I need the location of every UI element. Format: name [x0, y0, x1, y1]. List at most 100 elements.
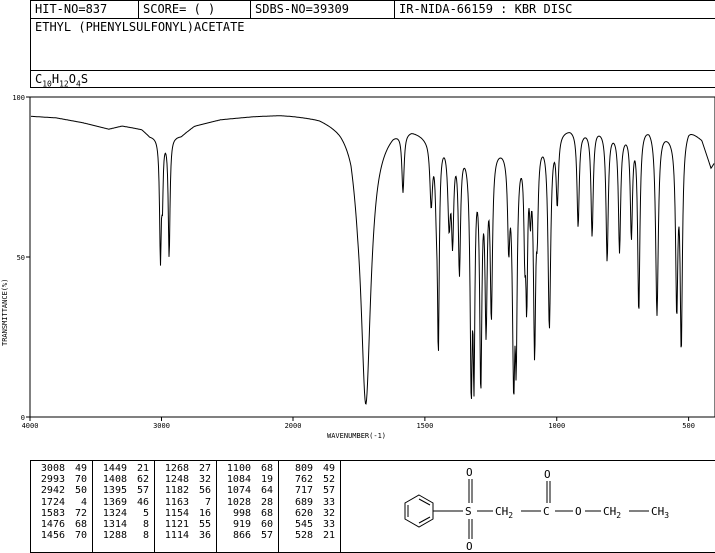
sdbs-number: SDBS-NO=39309	[251, 1, 395, 18]
peak-table-row: 998 68	[217, 508, 278, 519]
peak-transmittance: 60	[260, 519, 273, 531]
peak-table-row: 1163 7	[155, 497, 216, 508]
peak-wavenumber: 1369	[102, 496, 127, 508]
peak-wavenumber: 809	[294, 463, 313, 474]
peak-transmittance: 21	[136, 463, 149, 474]
peak-wavenumber: 1154	[164, 507, 189, 519]
peak-table-row: 866 57	[217, 530, 278, 541]
peak-transmittance: 32	[198, 474, 211, 486]
y-tick-label: 0	[21, 414, 25, 422]
peak-wavenumber: 620	[294, 507, 313, 519]
peak-table-row: 1314 8	[93, 519, 154, 530]
peak-wavenumber: 1449	[102, 463, 127, 474]
peak-wavenumber: 528	[294, 530, 313, 542]
peak-transmittance: 68	[260, 507, 273, 519]
peak-table-row: 2942 50	[31, 485, 92, 496]
peak-table-column: 1100 68 1084 19 1074 64 1028 28 998 68 919 60 866 57	[217, 461, 279, 552]
x-tick-label: 1000	[548, 422, 565, 430]
ir-number: IR-NIDA-66159 : KBR DISC	[399, 2, 573, 16]
peak-table-row: 1121 55	[155, 519, 216, 530]
peak-wavenumber: 1724	[40, 496, 65, 508]
peak-transmittance: 32	[322, 507, 335, 519]
peak-wavenumber: 866	[232, 530, 251, 542]
peak-table-row: 1182 56	[155, 485, 216, 496]
peak-transmittance: 49	[322, 463, 335, 474]
peak-wavenumber: 1121	[164, 519, 189, 531]
peak-table-row: 1449 21	[93, 463, 154, 474]
peak-table-row: 1288 8	[93, 530, 154, 541]
peak-wavenumber: 1074	[226, 485, 251, 497]
peak-wavenumber: 2942	[40, 485, 65, 497]
score: SCORE= ( )	[139, 1, 251, 18]
peak-transmittance: 49	[74, 463, 87, 474]
benzene-ring	[404, 494, 434, 528]
peak-transmittance: 33	[322, 519, 335, 531]
peak-transmittance: 28	[260, 496, 273, 508]
x-tick-label: 4000	[22, 422, 39, 430]
atom-o-bottom: O	[466, 540, 473, 552]
peak-table-row: 809 49	[279, 463, 340, 474]
peak-transmittance: 8	[142, 530, 149, 542]
x-tick-label: 500	[682, 422, 695, 430]
peak-table-row: 1476 68	[31, 519, 92, 530]
peak-table-column: 1268 27 1248 32 1182 56 1163 7 1154 16 1121 55 1114 3…	[155, 461, 217, 552]
peak-wavenumber: 762	[294, 474, 313, 486]
peak-wavenumber: 1163	[164, 496, 189, 508]
peak-table-row: 2993 70	[31, 474, 92, 485]
peak-transmittance: 57	[322, 485, 335, 497]
peak-transmittance: 64	[260, 485, 273, 497]
peak-transmittance: 56	[198, 485, 211, 497]
compound-name: ETHYL (PHENYLSULFONYL)ACETATE	[35, 20, 245, 34]
x-tick-label: 1500	[416, 422, 433, 430]
x-axis-label: WAVENUMBER(-1)	[327, 432, 386, 440]
x-tick-label: 3000	[153, 422, 170, 430]
peak-wavenumber: 1395	[102, 485, 127, 497]
peak-transmittance: 72	[74, 507, 87, 519]
peak-wavenumber: 3008	[40, 463, 65, 474]
formula-o: O	[68, 72, 76, 86]
peak-transmittance: 21	[322, 530, 335, 542]
header-panel: HIT-NO=837 SCORE= ( ) SDBS-NO=39309 IR-N…	[30, 0, 715, 88]
peak-transmittance: 46	[136, 496, 149, 508]
peak-transmittance: 68	[260, 463, 273, 474]
peak-table-row: 1114 36	[155, 530, 216, 541]
ir-spectrum-chart: 100500 4000 3000 2000 1500 1000 500 TRANSMITT…	[1, 94, 715, 440]
peak-wavenumber: 1314	[102, 519, 127, 531]
x-tick-label: 2000	[285, 422, 302, 430]
formula-s: S	[80, 72, 89, 86]
peak-table-column: 3008 49 2993 70 2942 50 1724 4 1583 72 1476 68 1456 7…	[31, 461, 93, 552]
peak-wavenumber: 1268	[164, 463, 189, 474]
peak-table-row: 1583 72	[31, 508, 92, 519]
peak-wavenumber: 717	[294, 485, 313, 497]
peak-transmittance: 4	[80, 496, 87, 508]
y-tick-label: 50	[17, 254, 25, 262]
group-ch2-a: CH2	[495, 505, 513, 520]
peak-table-row: 762 52	[279, 474, 340, 485]
peak-transmittance: 7	[204, 496, 211, 508]
peak-transmittance: 68	[74, 519, 87, 531]
peak-wavenumber: 1028	[226, 496, 251, 508]
peak-wavenumber: 919	[232, 519, 251, 531]
peak-wavenumber: 1114	[164, 530, 189, 542]
peak-wavenumber: 1084	[226, 474, 251, 486]
peak-table-column: 1449 21 1408 62 1395 57 1369 46 1324 5 1314 8 1288 8	[93, 461, 155, 552]
peak-table-row: 1074 64	[217, 485, 278, 496]
peak-table-row: 1324 5	[93, 508, 154, 519]
peak-transmittance: 57	[136, 485, 149, 497]
peak-table-row: 1028 28	[217, 497, 278, 508]
peak-wavenumber: 1100	[226, 463, 251, 474]
hit-number: HIT-NO=837	[31, 1, 139, 18]
group-ch2-b: CH2	[603, 505, 621, 520]
peak-wavenumber: 2993	[40, 474, 65, 486]
peak-table-row: 1084 19	[217, 474, 278, 485]
peak-table-row: 689 33	[279, 497, 340, 508]
peak-table-row: 620 32	[279, 508, 340, 519]
peak-wavenumber: 545	[294, 519, 313, 531]
peak-table-row: 1456 70	[31, 530, 92, 541]
peak-table-row: 1724 4	[31, 497, 92, 508]
atom-s: S	[465, 505, 472, 518]
peak-wavenumber: 1288	[102, 530, 127, 542]
peak-table-row: 1369 46	[93, 497, 154, 508]
peak-table-row: 1395 57	[93, 485, 154, 496]
y-tick-label: 100	[12, 94, 25, 102]
